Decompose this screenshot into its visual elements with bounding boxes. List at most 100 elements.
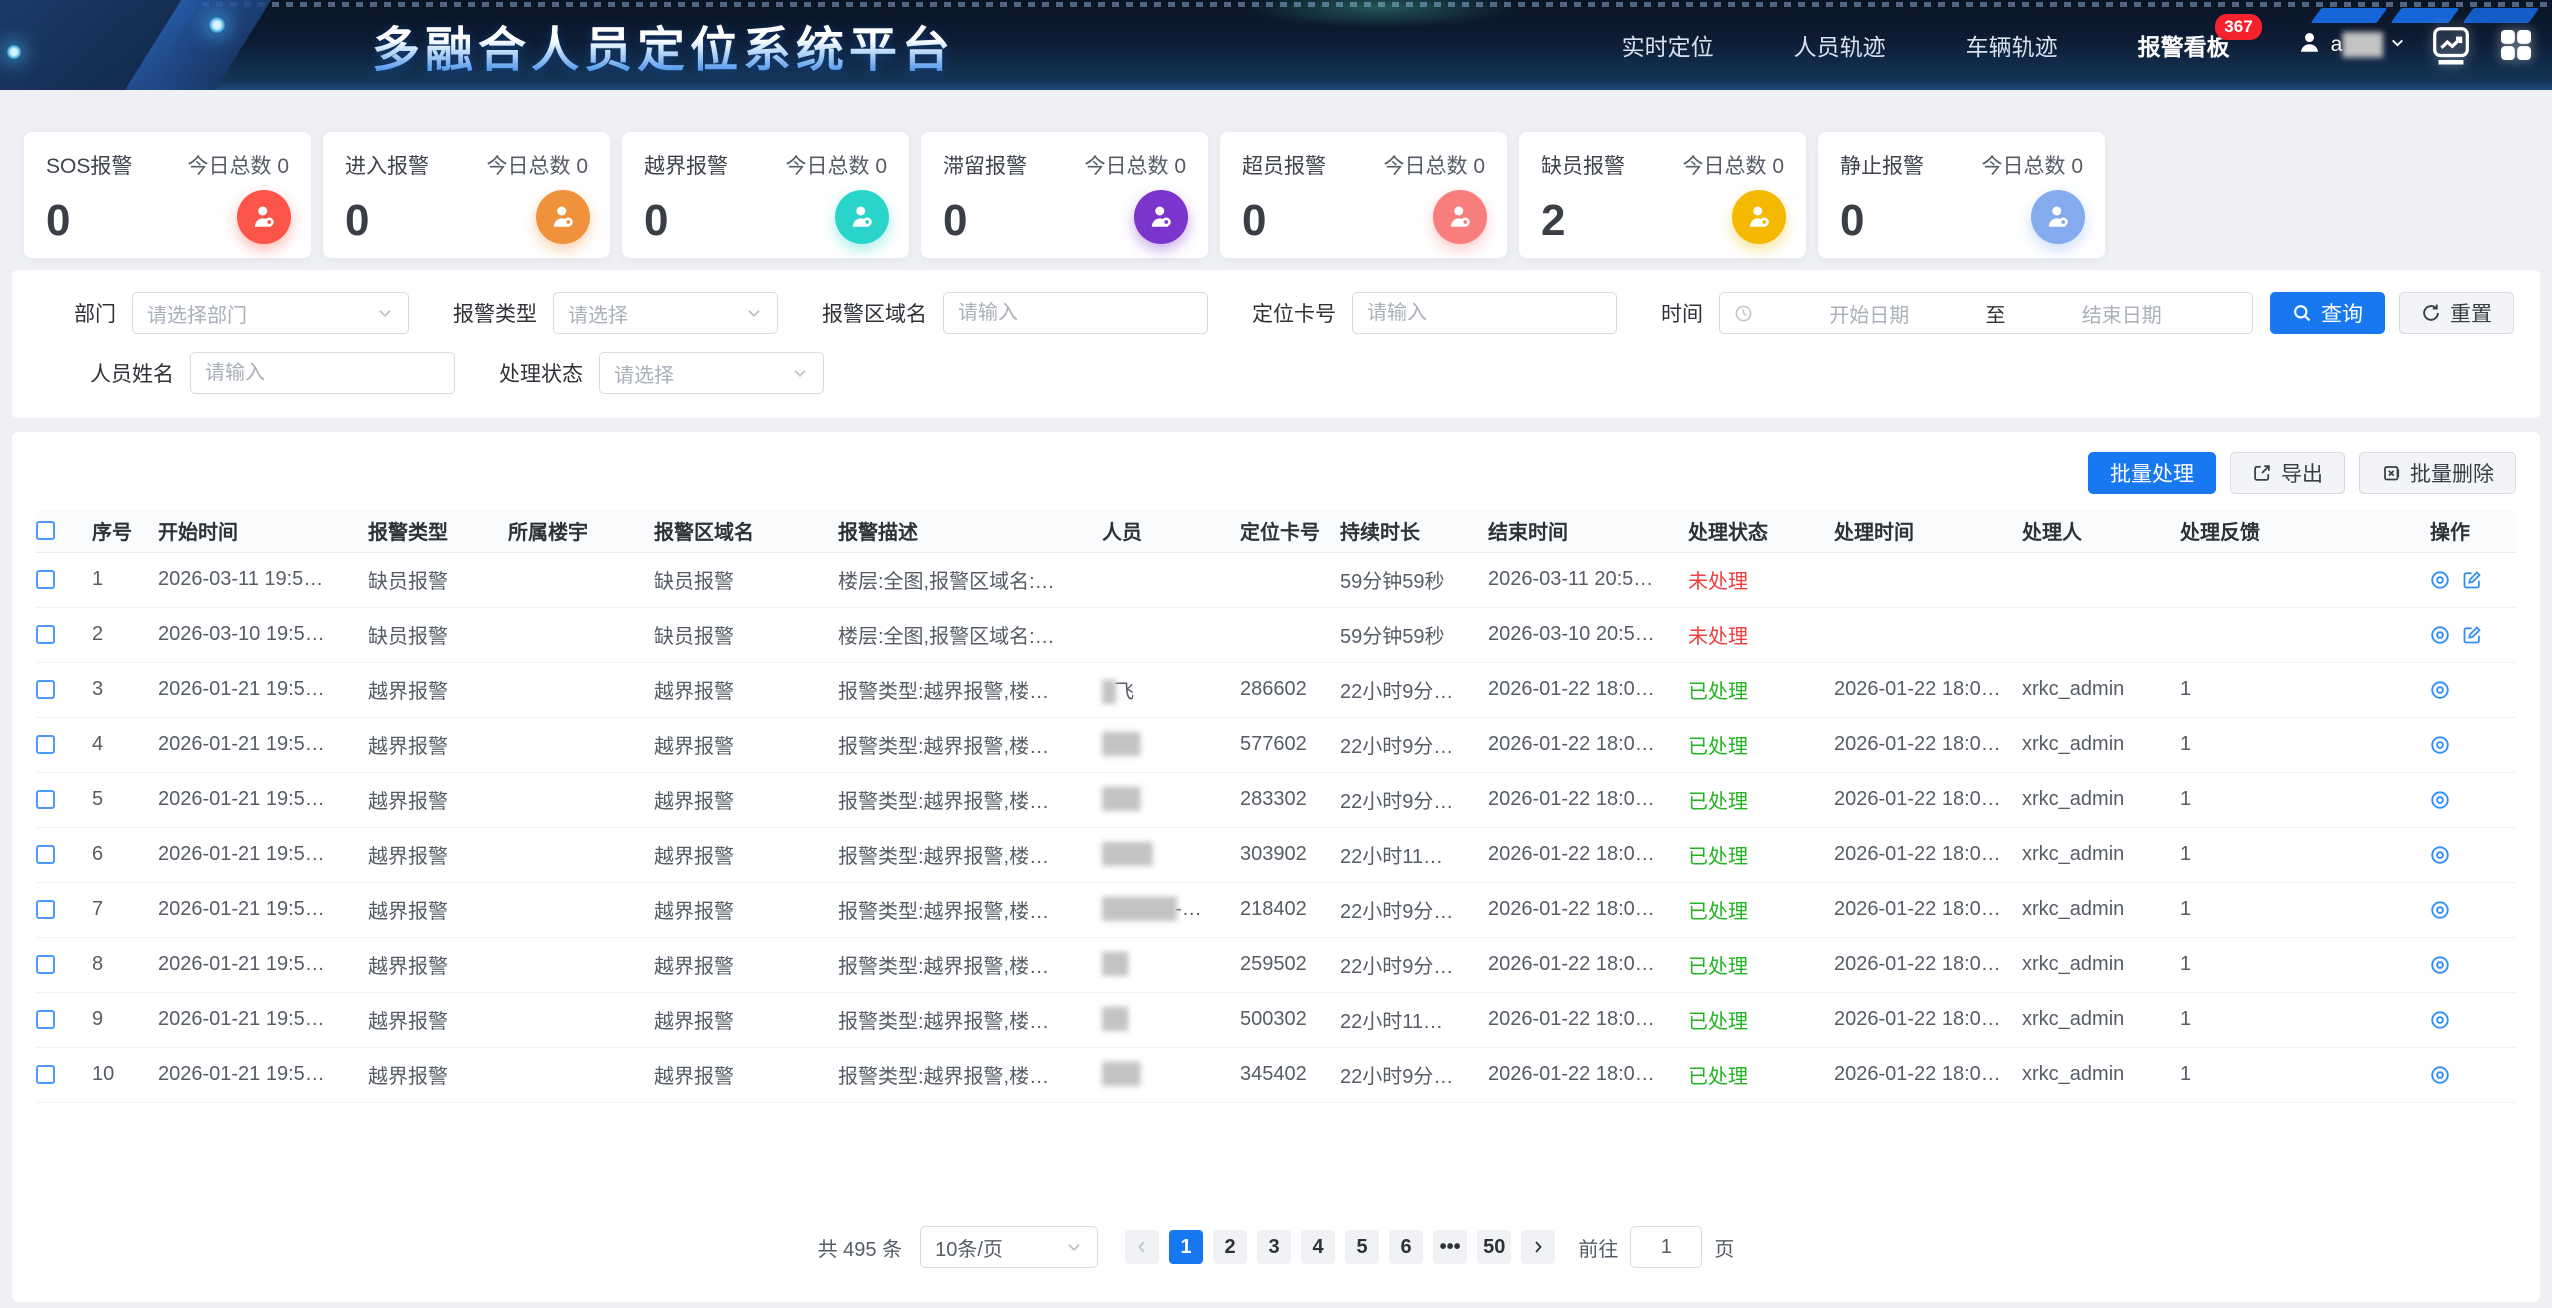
page-button[interactable]: 5 <box>1345 1230 1379 1264</box>
reset-button[interactable]: 重置 <box>2399 292 2514 334</box>
select-all-checkbox[interactable] <box>36 521 55 540</box>
cell-building <box>498 827 644 882</box>
column-header: 结束时间 <box>1478 510 1678 552</box>
cell-feedback: 1 <box>2170 662 2420 717</box>
cell-card-no: 577602 <box>1230 717 1330 772</box>
cell-handler: xrkc_admin <box>2012 1047 2170 1102</box>
stat-card-count: 0 <box>1840 196 1864 246</box>
cell-building <box>498 607 644 662</box>
refresh-icon <box>2421 303 2441 323</box>
goto-page-input[interactable] <box>1630 1226 1702 1268</box>
row-checkbox[interactable] <box>36 1065 55 1084</box>
cell-area: 越界报警 <box>644 772 828 827</box>
row-checkbox[interactable] <box>36 790 55 809</box>
user-menu[interactable]: a███ <box>2296 29 2406 62</box>
person-name-input[interactable] <box>190 352 455 394</box>
nav-item[interactable]: 车辆轨迹 <box>1926 0 2098 90</box>
cell-handler <box>2012 607 2170 662</box>
card-no-input[interactable] <box>1352 292 1617 334</box>
column-header: 处理反馈 <box>2170 510 2420 552</box>
cell-alarm-type: 越界报警 <box>358 937 498 992</box>
cell-operations <box>2420 772 2516 827</box>
view-icon <box>2430 1065 2450 1085</box>
cell-feedback <box>2170 552 2420 607</box>
view-icon <box>2430 570 2450 590</box>
cell-feedback: 1 <box>2170 1047 2420 1102</box>
cell-card-no: 286602 <box>1230 662 1330 717</box>
chart-screen-icon[interactable] <box>2428 22 2474 68</box>
next-page-button[interactable] <box>1521 1230 1555 1264</box>
cell-start-time: 2026-01-21 19:5… <box>148 772 358 827</box>
cell-person <box>1092 552 1230 607</box>
cell-area: 缺员报警 <box>644 607 828 662</box>
cell-duration: 22小时11… <box>1330 992 1478 1047</box>
view-icon <box>2430 790 2450 810</box>
cell-alarm-type: 越界报警 <box>358 772 498 827</box>
row-checkbox[interactable] <box>36 625 55 644</box>
cell-feedback: 1 <box>2170 717 2420 772</box>
row-checkbox[interactable] <box>36 1010 55 1029</box>
view-icon <box>2430 625 2450 645</box>
cell-start-time: 2026-01-21 19:5… <box>148 662 358 717</box>
end-date-placeholder[interactable]: 结束日期 <box>2006 299 2239 328</box>
row-checkbox[interactable] <box>36 845 55 864</box>
row-checkbox[interactable] <box>36 955 55 974</box>
cell-handle-time <box>1824 552 2012 607</box>
nav-item[interactable]: 实时定位 <box>1582 0 1754 90</box>
table-row: 92026-01-21 19:5…越界报警越界报警报警类型:越界报警,楼…██5… <box>36 992 2516 1047</box>
page-button[interactable]: 3 <box>1257 1230 1291 1264</box>
batch-handle-button[interactable]: 批量处理 <box>2088 452 2216 494</box>
more-pages-button[interactable]: ••• <box>1433 1230 1467 1264</box>
view-icon <box>2430 735 2450 755</box>
start-date-placeholder[interactable]: 开始日期 <box>1753 299 1986 328</box>
chevron-down-icon <box>2389 33 2406 57</box>
cell-duration: 22小时9分… <box>1330 662 1478 717</box>
column-header: 报警区域名 <box>644 510 828 552</box>
page-unit-label: 页 <box>1714 1233 1734 1262</box>
grid-apps-icon[interactable] <box>2496 25 2536 65</box>
cell-person: ██ <box>1092 937 1230 992</box>
cell-duration: 22小时9分… <box>1330 717 1478 772</box>
cell-start-time: 2026-01-21 19:5… <box>148 992 358 1047</box>
search-button[interactable]: 查询 <box>2270 292 2385 334</box>
handle-status-label: 处理状态 <box>499 358 583 388</box>
column-header: 处理状态 <box>1678 510 1824 552</box>
stat-card-today: 今日总数 0 <box>187 150 289 180</box>
handle-status-select[interactable]: 请选择 <box>599 352 824 394</box>
nav-item[interactable]: 报警看板367 <box>2098 0 2270 90</box>
stat-card-icon <box>1732 190 1786 244</box>
page-button[interactable]: 6 <box>1389 1230 1423 1264</box>
export-button[interactable]: 导出 <box>2230 452 2345 494</box>
row-checkbox[interactable] <box>36 680 55 699</box>
page-button[interactable]: 2 <box>1213 1230 1247 1264</box>
row-checkbox[interactable] <box>36 735 55 754</box>
prev-page-button[interactable] <box>1125 1230 1159 1264</box>
date-range-picker[interactable]: 开始日期 至 结束日期 <box>1719 292 2253 334</box>
batch-delete-button[interactable]: 批量删除 <box>2359 452 2516 494</box>
decor-teal-glow <box>1230 0 1530 30</box>
column-header: 处理人 <box>2012 510 2170 552</box>
page-button[interactable]: 4 <box>1301 1230 1335 1264</box>
user-name: a███ <box>2331 33 2381 57</box>
stat-card: 滞留报警今日总数 00 <box>921 132 1208 258</box>
page-size-select[interactable]: 10条/页 <box>920 1226 1098 1268</box>
alarm-area-input[interactable] <box>943 292 1208 334</box>
stat-card-today: 今日总数 0 <box>1682 150 1784 180</box>
cell-building <box>498 717 644 772</box>
cell-start-time: 2026-01-21 19:5… <box>148 882 358 937</box>
row-checkbox[interactable] <box>36 570 55 589</box>
cell-description: 报警类型:越界报警,楼… <box>828 937 1092 992</box>
cell-area: 越界报警 <box>644 882 828 937</box>
cell-alarm-type: 越界报警 <box>358 717 498 772</box>
cell-status: 未处理 <box>1678 607 1824 662</box>
alarm-type-select[interactable]: 请选择 <box>553 292 778 334</box>
column-header: 序号 <box>82 510 148 552</box>
page-button[interactable]: 50 <box>1477 1230 1511 1264</box>
row-checkbox[interactable] <box>36 900 55 919</box>
table-row: 22026-03-10 19:5…缺员报警缺员报警楼层:全图,报警区域名:…59… <box>36 607 2516 662</box>
nav-item[interactable]: 人员轨迹 <box>1754 0 1926 90</box>
department-select[interactable]: 请选择部门 <box>132 292 409 334</box>
page-button[interactable]: 1 <box>1169 1230 1203 1264</box>
cell-area: 越界报警 <box>644 662 828 717</box>
cell-area: 越界报警 <box>644 717 828 772</box>
